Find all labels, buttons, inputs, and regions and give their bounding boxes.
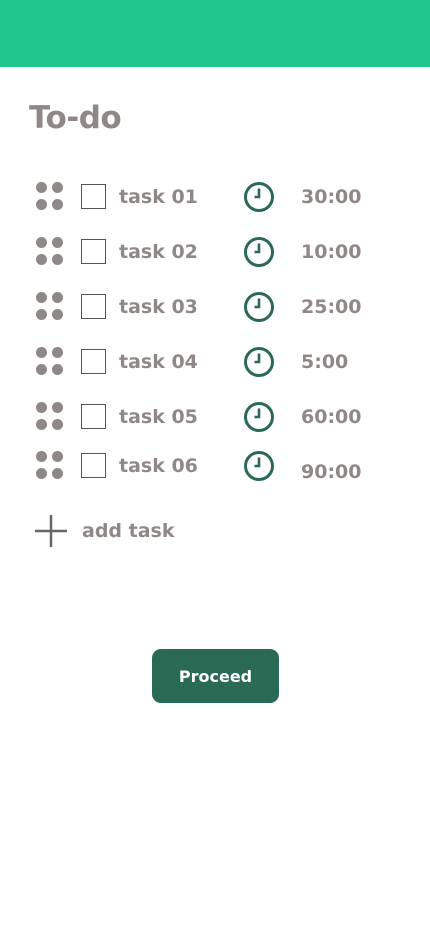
drag-handle-icon[interactable] [36, 182, 66, 212]
clock-icon[interactable] [243, 450, 275, 482]
task-row: task 05 60:00 [0, 397, 430, 437]
task-duration: 25:00 [301, 296, 362, 318]
task-duration: 10:00 [301, 241, 362, 263]
page-title: To-do [29, 100, 122, 136]
drag-handle-icon[interactable] [36, 451, 66, 481]
task-duration: 60:00 [301, 406, 362, 428]
task-duration: 30:00 [301, 186, 362, 208]
task-duration: 5:00 [301, 351, 349, 373]
drag-handle-icon[interactable] [36, 237, 66, 267]
clock-icon[interactable] [243, 181, 275, 213]
task-checkbox[interactable] [81, 404, 106, 429]
task-name: task 02 [119, 241, 198, 263]
clock-icon[interactable] [243, 236, 275, 268]
task-row: task 04 5:00 [0, 342, 430, 382]
task-checkbox[interactable] [81, 453, 106, 478]
clock-icon[interactable] [243, 401, 275, 433]
task-row: task 06 90:00 [0, 446, 430, 486]
task-row: task 01 30:00 [0, 177, 430, 217]
task-checkbox[interactable] [81, 239, 106, 264]
task-row: task 02 10:00 [0, 232, 430, 272]
task-checkbox[interactable] [81, 294, 106, 319]
task-name: task 05 [119, 406, 198, 428]
top-bar [0, 0, 430, 67]
task-name: task 03 [119, 296, 198, 318]
proceed-button[interactable]: Proceed [152, 649, 279, 703]
clock-icon[interactable] [243, 291, 275, 323]
task-checkbox[interactable] [81, 184, 106, 209]
drag-handle-icon[interactable] [36, 402, 66, 432]
task-row: task 03 25:00 [0, 287, 430, 327]
add-task-button[interactable]: add task [34, 514, 194, 548]
clock-icon[interactable] [243, 346, 275, 378]
task-name: task 01 [119, 186, 198, 208]
drag-handle-icon[interactable] [36, 347, 66, 377]
add-task-label: add task [82, 520, 175, 542]
task-name: task 04 [119, 351, 198, 373]
task-checkbox[interactable] [81, 349, 106, 374]
task-name: task 06 [119, 455, 198, 477]
task-duration: 90:00 [301, 461, 362, 483]
drag-handle-icon[interactable] [36, 292, 66, 322]
plus-icon [35, 515, 67, 547]
